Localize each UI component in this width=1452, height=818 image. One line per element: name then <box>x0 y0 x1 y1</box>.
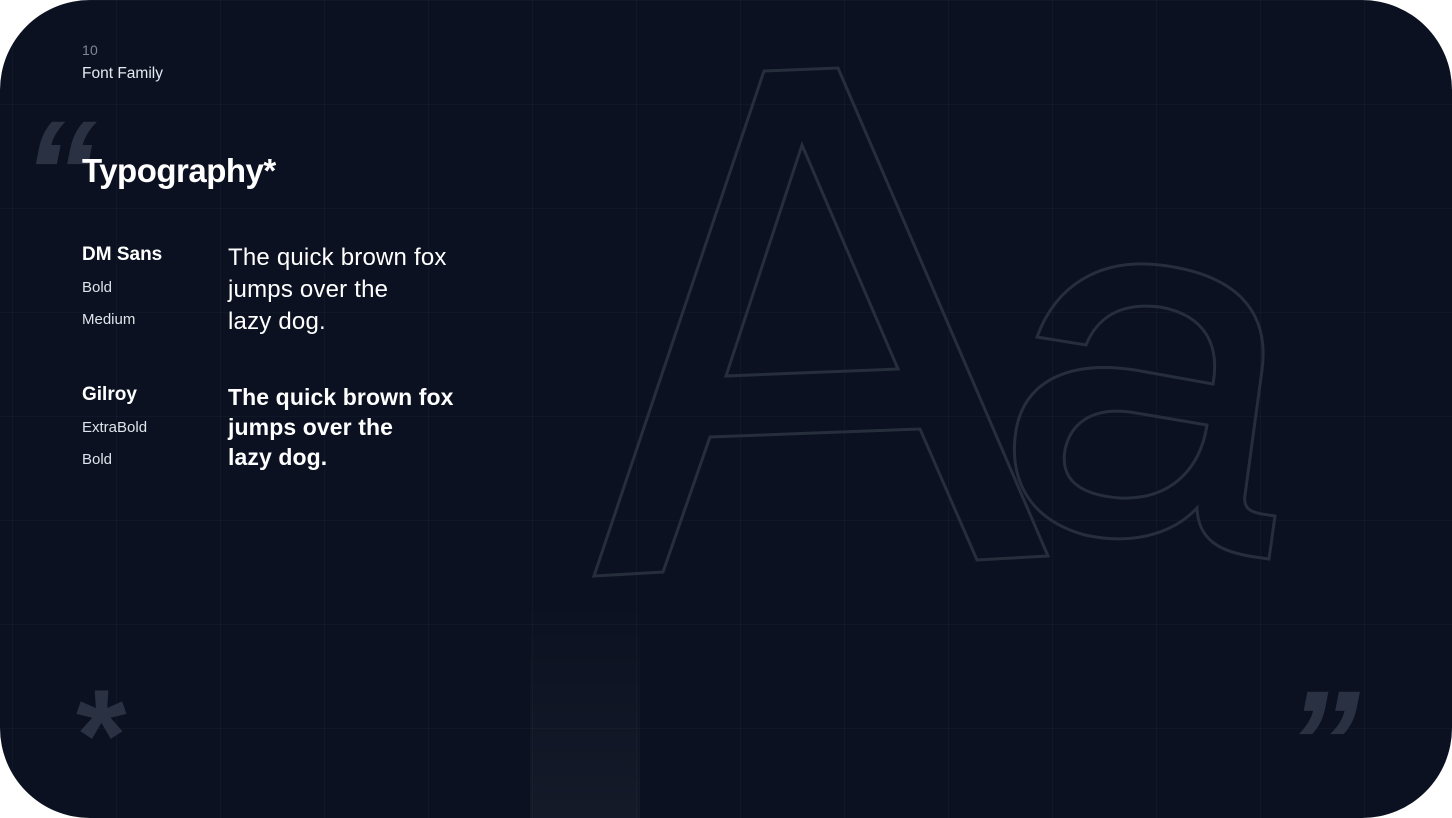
font-sample-text: The quick brown fox jumps over the lazy … <box>228 242 488 338</box>
close-quote-decoration: ” <box>1285 659 1360 818</box>
font-sample-text: The quick brown fox jumps over the lazy … <box>228 382 488 472</box>
page-title: Typography* <box>82 152 276 189</box>
sample-line: jumps over the <box>228 276 389 303</box>
sample-line: The quick brown fox <box>228 244 447 271</box>
font-weight: Medium <box>82 311 136 328</box>
font-name: DM Sans <box>82 244 163 265</box>
sample-line: lazy dog. <box>228 308 326 335</box>
sample-line: lazy dog. <box>228 444 328 470</box>
sample-line: The quick brown fox <box>228 384 454 410</box>
font-name: Gilroy <box>82 384 137 405</box>
outline-letters-aa <box>591 66 1277 578</box>
asterisk-decoration: * <box>76 662 127 808</box>
section-label: Font Family <box>82 65 163 82</box>
font-weight: Bold <box>82 279 113 296</box>
outline-letter-a-lower <box>1012 262 1277 561</box>
page-number: 10 <box>82 42 98 58</box>
font-weight: Bold <box>82 451 113 468</box>
outline-letter-a-upper <box>591 66 1051 578</box>
sample-line: jumps over the <box>228 414 393 440</box>
font-weight: ExtraBold <box>82 419 148 436</box>
typography-slide: “ 10 Font Family Typography* DM Sans Bol… <box>0 0 1452 818</box>
